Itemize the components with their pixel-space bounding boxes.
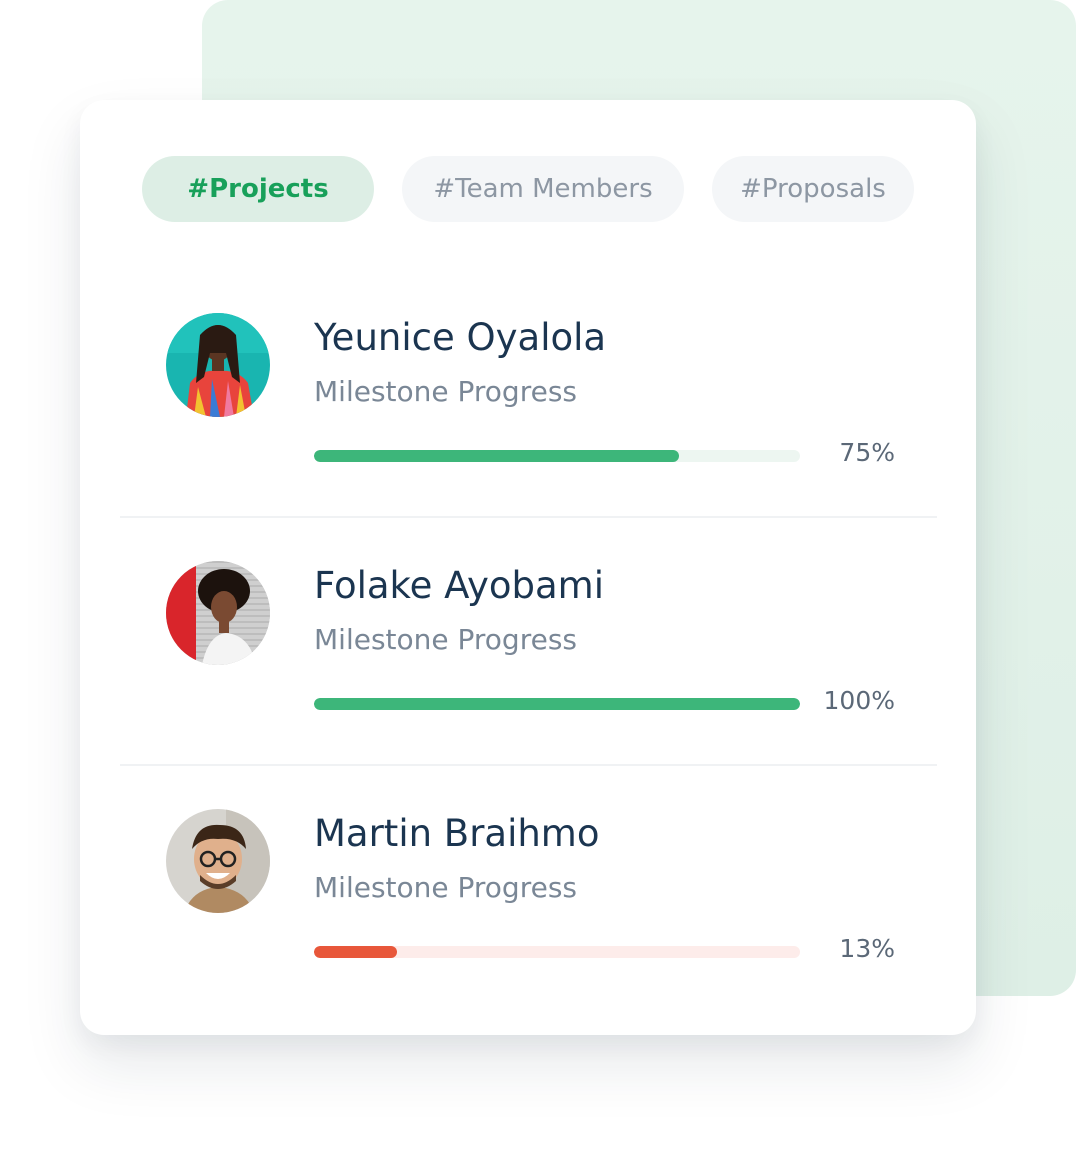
member-name: Yeunice Oyalola xyxy=(314,316,607,359)
member-name: Folake Ayobami xyxy=(314,564,605,607)
avatar xyxy=(166,313,270,417)
list-item[interactable]: Folake Ayobami Milestone Progress 100% xyxy=(120,518,937,766)
avatar xyxy=(166,561,270,665)
progress-fill xyxy=(314,698,800,710)
progress-track xyxy=(314,698,800,710)
tab-proposals[interactable]: #Proposals xyxy=(712,156,914,222)
avatar xyxy=(166,809,270,913)
milestone-label: Milestone Progress xyxy=(314,375,578,408)
tab-team-members[interactable]: #Team Members xyxy=(402,156,684,222)
progress-percent: 100% xyxy=(823,686,895,715)
progress-percent: 75% xyxy=(839,438,895,467)
progress-track xyxy=(314,946,800,958)
progress-track xyxy=(314,450,800,462)
member-name: Martin Braihmo xyxy=(314,812,600,855)
milestone-label: Milestone Progress xyxy=(314,871,578,904)
project-progress-card: #Projects #Team Members #Proposals Yeuni… xyxy=(80,100,976,1035)
progress-fill xyxy=(314,450,679,462)
tab-projects[interactable]: #Projects xyxy=(142,156,374,222)
progress-percent: 13% xyxy=(839,934,895,963)
milestone-label: Milestone Progress xyxy=(314,623,578,656)
list-item[interactable]: Martin Braihmo Milestone Progress 13% xyxy=(120,766,937,1014)
list-item[interactable]: Yeunice Oyalola Milestone Progress 75% xyxy=(120,270,937,518)
progress-fill xyxy=(314,946,397,958)
